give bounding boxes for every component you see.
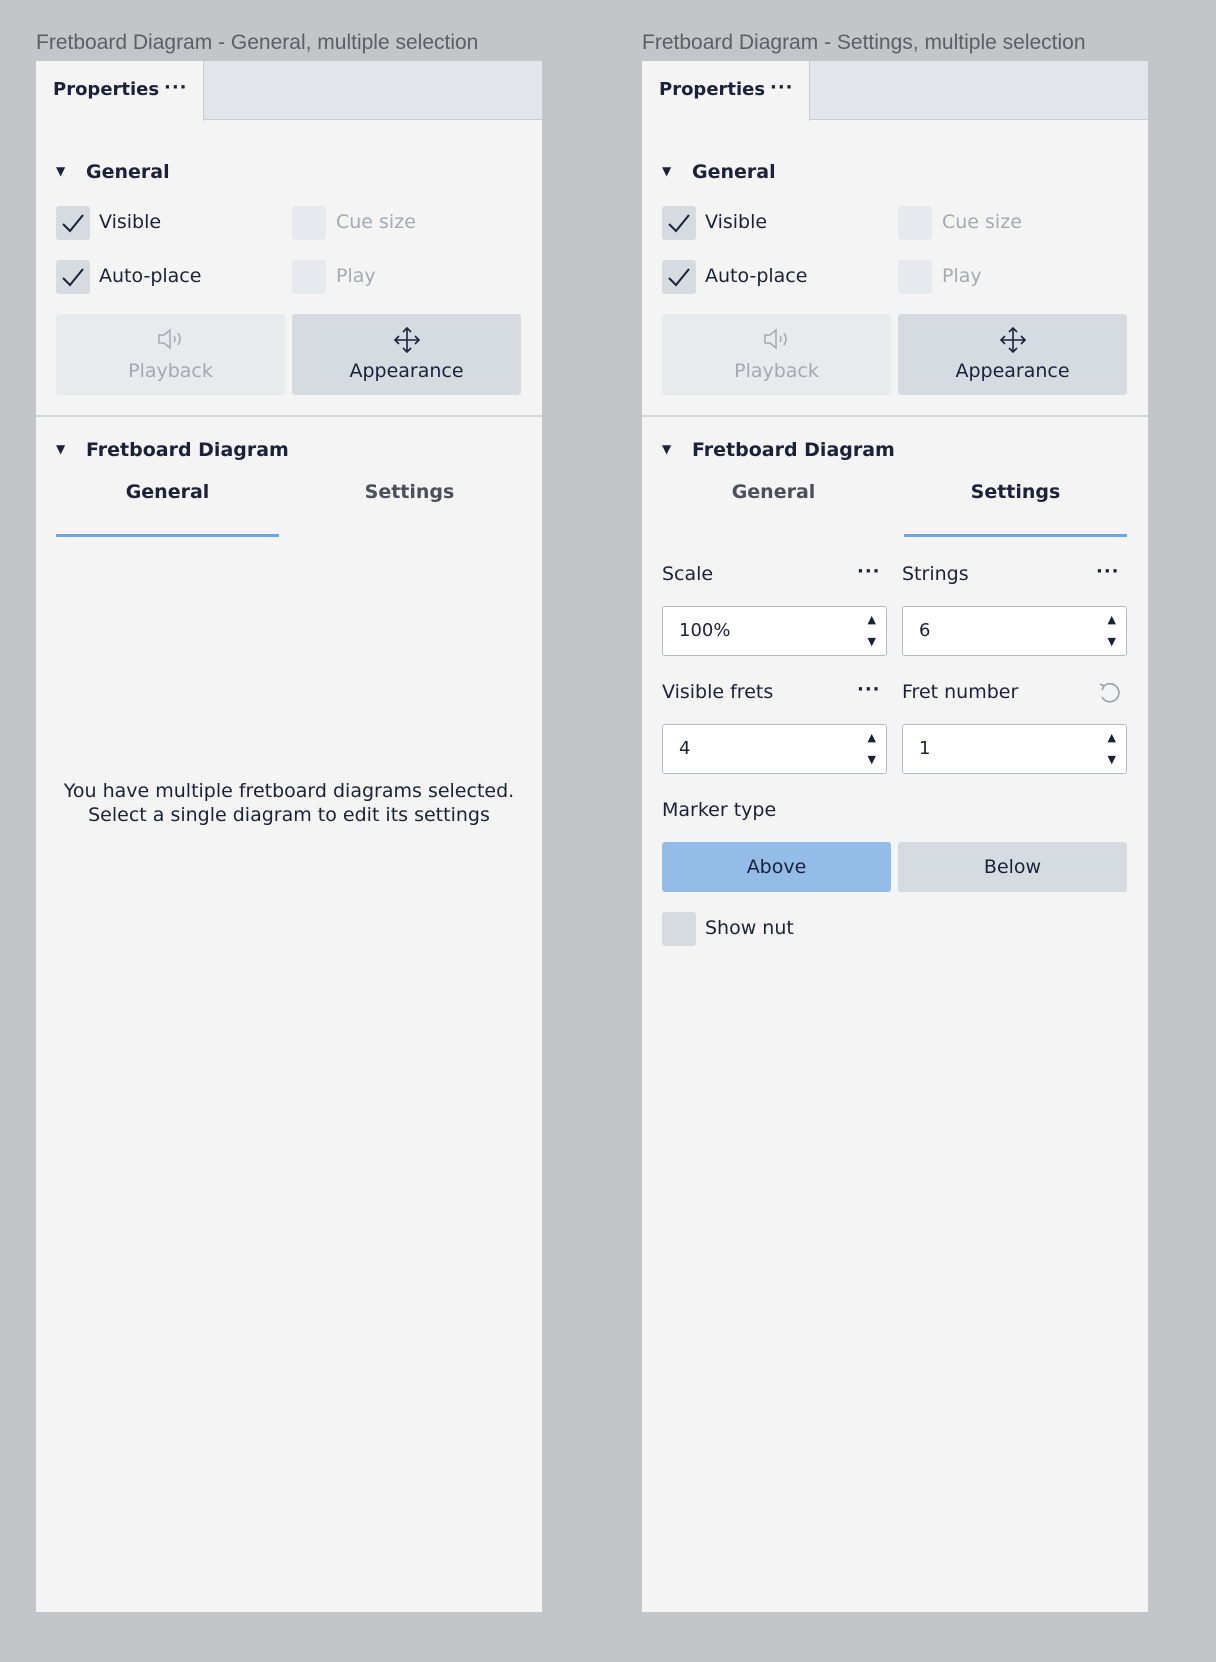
appearance-button[interactable]: Appearance	[292, 314, 521, 395]
move-arrows-icon	[292, 326, 521, 358]
visible-checkbox[interactable]	[56, 206, 90, 240]
visible-checkbox[interactable]	[662, 206, 696, 240]
fret-number-spinbox[interactable]: 1 ▲ ▼	[902, 724, 1127, 774]
section-divider	[642, 415, 1148, 417]
playback-label: Playback	[734, 360, 819, 382]
appearance-label: Appearance	[955, 360, 1070, 382]
move-arrows-icon	[898, 326, 1127, 358]
play-checkbox[interactable]	[292, 260, 326, 294]
triangle-down-icon: ▼	[662, 163, 672, 178]
increment-arrow-icon[interactable]: ▲	[1108, 731, 1116, 744]
checkmark-icon	[62, 268, 84, 287]
show-nut-checkbox[interactable]	[662, 912, 696, 946]
cue-size-checkbox[interactable]	[292, 206, 326, 240]
panel-tabbar: Properties ···	[36, 61, 542, 121]
tab-settings[interactable]: Settings	[904, 481, 1127, 521]
tab-more-button[interactable]: ···	[164, 77, 188, 98]
checkmark-icon	[668, 268, 690, 287]
play-checkbox[interactable]	[898, 260, 932, 294]
auto-place-checkbox[interactable]	[56, 260, 90, 294]
decrement-arrow-icon[interactable]: ▼	[868, 635, 876, 648]
section-fretboard-title: Fretboard Diagram	[692, 439, 895, 461]
tab-general[interactable]: General	[56, 481, 279, 521]
checkmark-icon	[62, 214, 84, 233]
visible-frets-spinbox[interactable]: 4 ▲ ▼	[662, 724, 887, 774]
marker-below-button[interactable]: Below	[898, 842, 1127, 892]
appearance-button[interactable]: Appearance	[898, 314, 1127, 395]
strings-more-button[interactable]: ···	[1096, 561, 1120, 582]
tab-properties[interactable]: Properties ···	[36, 61, 204, 121]
triangle-down-icon: ▼	[56, 163, 66, 178]
visible-frets-label: Visible frets	[662, 681, 774, 703]
triangle-down-icon: ▼	[56, 441, 66, 456]
frame-title: Fretboard Diagram - General, multiple se…	[36, 31, 479, 54]
playback-button[interactable]: Playback	[56, 314, 285, 395]
strings-label: Strings	[902, 563, 969, 585]
cue-size-checkbox[interactable]	[898, 206, 932, 240]
section-fretboard-toggle[interactable]: ▼ Fretboard Diagram	[56, 439, 289, 461]
checkmark-icon	[668, 214, 690, 233]
message-line-2: Select a single diagram to edit its sett…	[88, 804, 490, 826]
show-nut-label: Show nut	[705, 917, 794, 939]
scale-value: 100%	[679, 620, 731, 641]
tab-more-button[interactable]: ···	[770, 77, 794, 98]
auto-place-checkbox[interactable]	[662, 260, 696, 294]
decrement-arrow-icon[interactable]: ▼	[868, 753, 876, 766]
fret-number-value: 1	[919, 738, 931, 759]
tab-properties[interactable]: Properties ···	[642, 61, 810, 121]
section-fretboard-title: Fretboard Diagram	[86, 439, 289, 461]
frame-title: Fretboard Diagram - Settings, multiple s…	[642, 31, 1086, 54]
visible-frets-more-button[interactable]: ···	[857, 679, 881, 700]
scale-spinbox[interactable]: 100% ▲ ▼	[662, 606, 887, 656]
play-label: Play	[942, 265, 982, 287]
playback-button[interactable]: Playback	[662, 314, 891, 395]
message-line-1: You have multiple fretboard diagrams sel…	[63, 780, 515, 802]
tab-settings[interactable]: Settings	[298, 481, 521, 521]
auto-place-label: Auto-place	[705, 265, 808, 287]
appearance-label: Appearance	[349, 360, 464, 382]
speaker-icon	[56, 326, 285, 356]
scale-more-button[interactable]: ···	[857, 561, 881, 582]
decrement-arrow-icon[interactable]: ▼	[1108, 635, 1116, 648]
fret-number-label: Fret number	[902, 681, 1019, 703]
strings-spinbox[interactable]: 6 ▲ ▼	[902, 606, 1127, 656]
triangle-down-icon: ▼	[662, 441, 672, 456]
decrement-arrow-icon[interactable]: ▼	[1108, 753, 1116, 766]
cue-size-label: Cue size	[336, 211, 416, 233]
speaker-icon	[662, 326, 891, 356]
marker-type-label: Marker type	[662, 799, 777, 821]
active-tab-indicator	[904, 534, 1127, 537]
multiple-selection-message: You have multiple fretboard diagrams sel…	[36, 779, 542, 827]
properties-panel: Properties ··· ▼ General Visible Cue size…	[36, 61, 542, 1612]
scale-label: Scale	[662, 563, 714, 585]
section-divider	[36, 415, 542, 417]
increment-arrow-icon[interactable]: ▲	[868, 613, 876, 626]
increment-arrow-icon[interactable]: ▲	[868, 731, 876, 744]
strings-value: 6	[919, 620, 931, 641]
auto-place-label: Auto-place	[99, 265, 202, 287]
playback-label: Playback	[128, 360, 213, 382]
visible-label: Visible	[99, 211, 162, 233]
section-fretboard-toggle[interactable]: ▼ Fretboard Diagram	[662, 439, 895, 461]
section-general-toggle[interactable]: ▼ General	[56, 161, 170, 183]
cue-size-label: Cue size	[942, 211, 1022, 233]
play-label: Play	[336, 265, 376, 287]
section-general-title: General	[692, 161, 776, 183]
section-general-toggle[interactable]: ▼ General	[662, 161, 776, 183]
visible-label: Visible	[705, 211, 768, 233]
increment-arrow-icon[interactable]: ▲	[1108, 613, 1116, 626]
tab-properties-label: Properties	[53, 79, 160, 100]
visible-frets-value: 4	[679, 738, 691, 759]
tab-properties-label: Properties	[659, 79, 766, 100]
panel-tabbar: Properties ···	[642, 61, 1148, 121]
properties-panel: Properties ··· ▼ General Visible Cue size…	[642, 61, 1148, 1612]
tab-general[interactable]: General	[662, 481, 885, 521]
reset-icon[interactable]	[1095, 678, 1125, 712]
active-tab-indicator	[56, 534, 279, 537]
marker-above-button[interactable]: Above	[662, 842, 891, 892]
section-general-title: General	[86, 161, 170, 183]
